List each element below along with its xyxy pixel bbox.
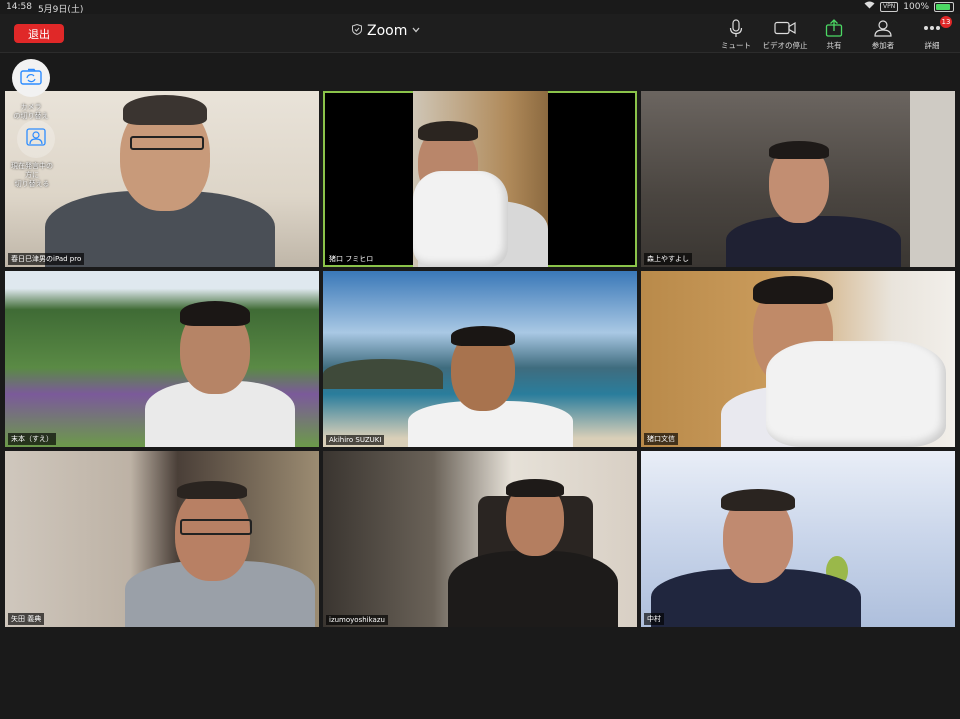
participant-name: izumoyoshikazu xyxy=(326,615,388,625)
participant-name: 猪口文信 xyxy=(644,433,678,445)
video-grid: 春日巳津男のiPad pro 猪口 フミヒロ 森上やすよし 末本（すえ） Aki… xyxy=(5,91,955,628)
leave-button[interactable]: 退出 xyxy=(14,24,64,43)
switch-camera-button[interactable] xyxy=(12,59,50,97)
share-button[interactable]: 共有 xyxy=(808,18,860,51)
battery-icon xyxy=(934,1,954,12)
wifi-icon xyxy=(864,1,875,12)
participant-name: 矢田 義典 xyxy=(8,613,45,625)
app-title: Zoom xyxy=(367,23,408,39)
chevron-down-icon xyxy=(412,26,420,36)
battery-percent: 100% xyxy=(903,1,929,12)
participant-name: 猪口 フミヒロ xyxy=(326,253,377,265)
participant-name: 森上やすよし xyxy=(644,253,692,265)
video-tile[interactable]: 中村 xyxy=(641,451,955,627)
video-tile[interactable]: Akihiro SUZUKI xyxy=(323,271,637,447)
video-tile[interactable]: 猪口 フミヒロ xyxy=(323,91,637,267)
vpn-indicator: VPN xyxy=(880,1,899,12)
speaker-view-icon xyxy=(26,128,46,150)
switch-to-speaker-button[interactable] xyxy=(17,120,55,158)
video-tile[interactable]: izumoyoshikazu xyxy=(323,451,637,627)
stop-video-button[interactable]: ビデオの停止 xyxy=(759,18,811,51)
meeting-toolbar: 退出 Zoom ミュート ビデオの停止 共有 参加者 13 詳細 xyxy=(0,14,960,53)
video-tile[interactable]: 矢田 義典 xyxy=(5,451,319,627)
more-button[interactable]: 13 詳細 xyxy=(906,16,958,51)
more-label: 詳細 xyxy=(924,41,940,50)
switch-camera-label: カメラ の切り替え xyxy=(13,103,49,120)
video-tile[interactable]: 森上やすよし xyxy=(641,91,955,267)
participant-name: Akihiro SUZUKI xyxy=(326,435,385,445)
share-icon xyxy=(808,18,860,38)
mute-button[interactable]: ミュート xyxy=(710,18,762,51)
microphone-icon xyxy=(710,18,762,38)
participant-name: 末本（すえ） xyxy=(8,433,56,445)
participants-button[interactable]: 参加者 xyxy=(857,18,909,51)
participants-label: 参加者 xyxy=(871,41,895,50)
share-label: 共有 xyxy=(826,41,842,50)
video-tile[interactable]: 末本（すえ） xyxy=(5,271,319,447)
stop-video-label: ビデオの停止 xyxy=(762,41,808,50)
video-tile[interactable]: 猪口文信 xyxy=(641,271,955,447)
participant-name: 春日巳津男のiPad pro xyxy=(8,253,85,265)
mute-label: ミュート xyxy=(721,41,751,50)
video-camera-icon xyxy=(759,18,811,38)
camera-switch-icon xyxy=(20,68,42,89)
participants-icon xyxy=(857,18,909,38)
shield-icon xyxy=(352,23,362,38)
more-badge: 13 xyxy=(940,16,952,28)
meeting-title[interactable]: Zoom xyxy=(352,23,420,39)
switch-to-speaker-label: 現在発言中の 方に 切り替える xyxy=(11,162,53,188)
status-bar: 14:58 5月9日(土) VPN 100% xyxy=(0,0,960,15)
participant-name: 中村 xyxy=(644,613,664,625)
